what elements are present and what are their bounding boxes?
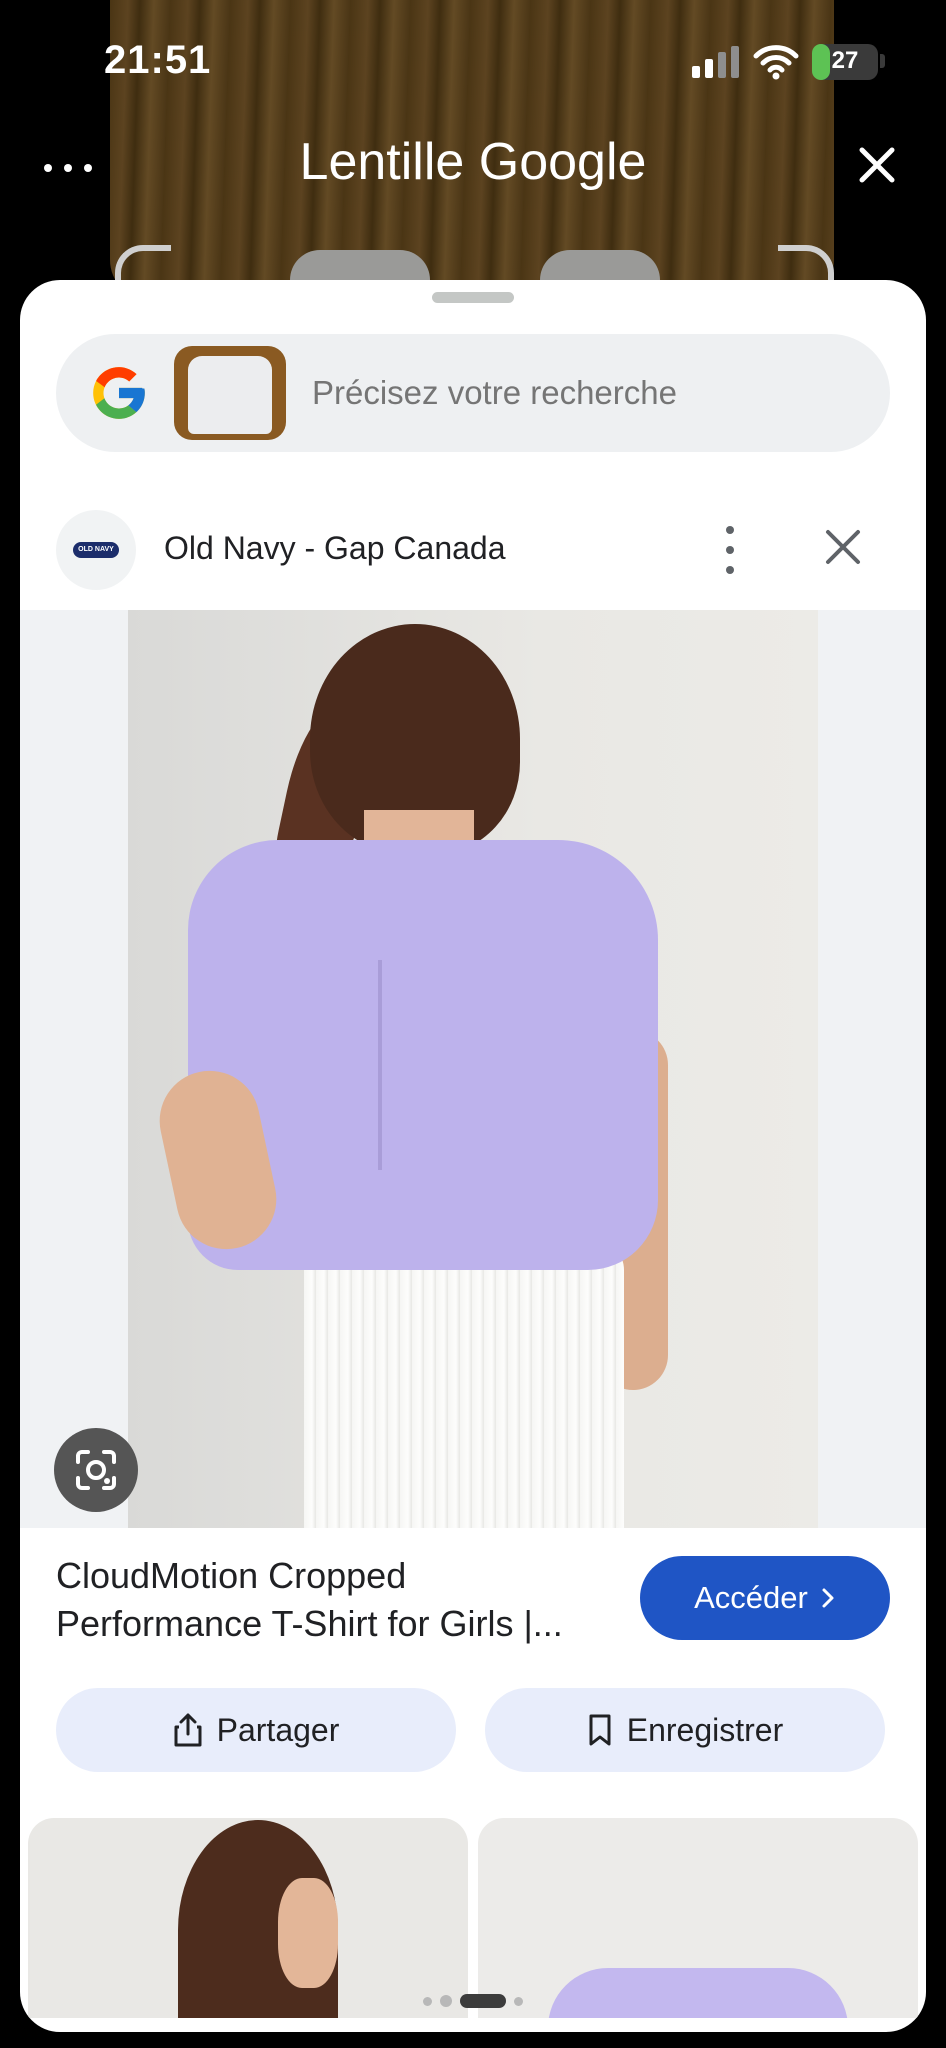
cellular-signal-icon xyxy=(692,46,739,78)
thumbnail-shirt xyxy=(188,356,272,434)
save-label: Enregistrer xyxy=(626,1711,784,1748)
query-image-thumbnail[interactable] xyxy=(174,346,286,440)
lens-camera-icon xyxy=(76,1450,116,1490)
visit-label: Accéder xyxy=(694,1580,808,1615)
page-dot[interactable] xyxy=(423,1996,432,2006)
search-bar[interactable] xyxy=(56,334,890,452)
wifi-icon xyxy=(753,45,799,80)
results-sheet: OLD NAVY Old Navy - Gap Canada CloudMoti… xyxy=(20,280,926,2032)
visit-button[interactable]: Accéder xyxy=(640,1556,890,1640)
site-name[interactable]: Old Navy - Gap Canada xyxy=(164,530,506,567)
share-icon xyxy=(174,1713,202,1747)
related-result-card[interactable] xyxy=(28,1818,468,2018)
bookmark-icon xyxy=(589,1714,611,1746)
share-button[interactable]: Partager xyxy=(56,1688,456,1772)
site-logo-text: OLD NAVY xyxy=(73,542,119,558)
site-logo: OLD NAVY xyxy=(56,510,136,590)
lens-search-button[interactable] xyxy=(54,1428,138,1512)
product-photo xyxy=(128,610,818,1528)
drag-handle[interactable] xyxy=(432,292,514,303)
product-title[interactable]: CloudMotion Cropped Performance T-Shirt … xyxy=(56,1552,616,1648)
chevron-right-icon xyxy=(822,1588,834,1608)
status-time: 21:51 xyxy=(104,38,212,82)
page-dot[interactable] xyxy=(440,1995,452,2007)
battery-percent: 27 xyxy=(831,47,859,74)
search-input[interactable] xyxy=(312,334,872,452)
close-icon[interactable] xyxy=(852,140,902,190)
result-image-area[interactable] xyxy=(20,610,926,1528)
battery-indicator: 27 xyxy=(812,44,878,80)
page-title: Lentille Google xyxy=(299,133,647,191)
google-logo-icon xyxy=(93,367,145,419)
close-result-icon[interactable] xyxy=(820,524,866,570)
save-button[interactable]: Enregistrer xyxy=(485,1688,885,1772)
card-photo-face xyxy=(278,1878,338,1988)
related-result-card[interactable] xyxy=(478,1818,918,2018)
battery-nub xyxy=(880,54,885,68)
share-label: Partager xyxy=(216,1711,340,1748)
page-indicator xyxy=(20,1994,926,2008)
photo-skirt xyxy=(304,1240,624,1528)
page-dot[interactable] xyxy=(514,1996,523,2006)
more-vert-icon[interactable] xyxy=(710,526,750,574)
page-dot-active[interactable] xyxy=(460,1994,506,2008)
photo-seam xyxy=(378,960,382,1170)
card-photo-shirt xyxy=(548,1968,848,2018)
